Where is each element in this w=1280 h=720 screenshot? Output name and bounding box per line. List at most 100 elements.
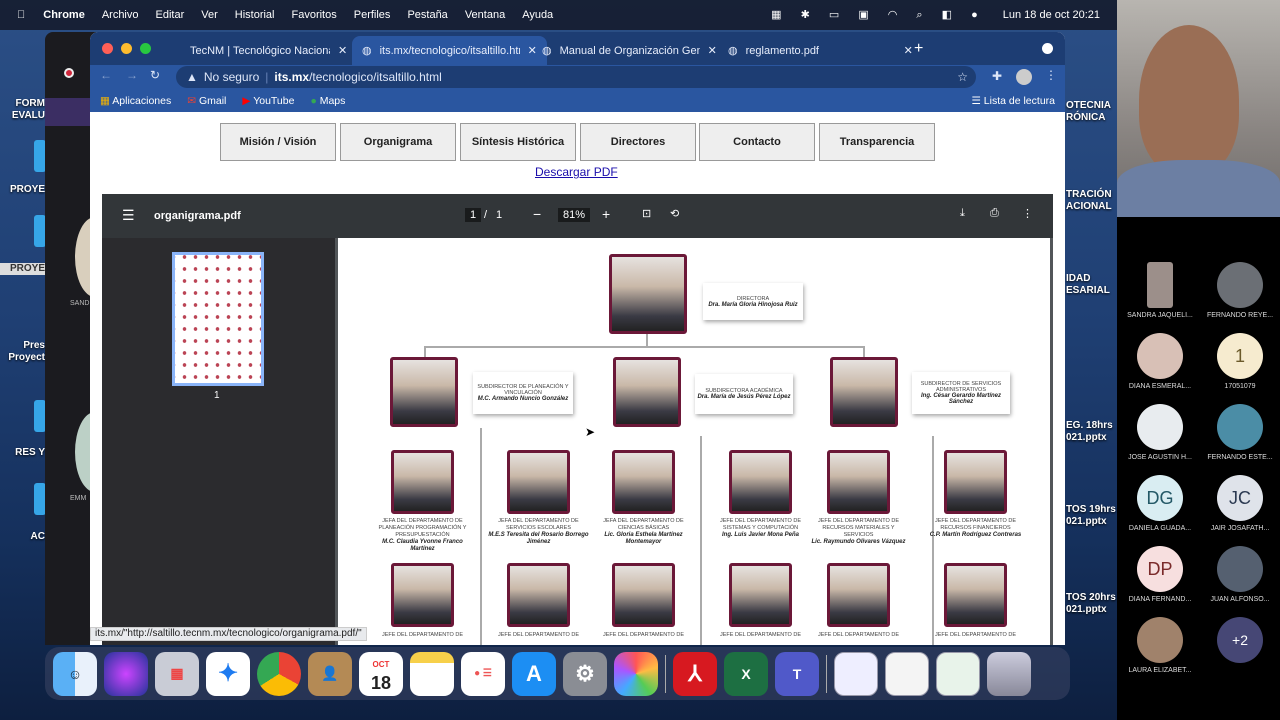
desktop-item[interactable]: RES Y	[0, 447, 45, 459]
finder-icon[interactable]: ☺	[53, 651, 97, 696]
nav-mision-vision[interactable]: Misión / Visión	[220, 123, 336, 161]
desktop-item[interactable]: OTECNIA RÓNICA	[1066, 100, 1117, 124]
profile-avatar[interactable]	[1016, 69, 1032, 85]
menu-item[interactable]: Pestaña	[407, 9, 447, 21]
close-window-button[interactable]	[102, 43, 113, 54]
participant[interactable]: DIANA ESMERAL...	[1120, 333, 1200, 390]
security-label[interactable]: No seguro	[204, 70, 259, 84]
teams-icon[interactable]: T	[775, 651, 819, 696]
menu-item[interactable]: Historial	[235, 9, 275, 21]
reading-list[interactable]: ☰ Lista de lectura	[971, 95, 1055, 107]
menu-item[interactable]: Favoritos	[292, 9, 337, 21]
notes-icon[interactable]	[410, 651, 454, 696]
tab-itsaltillo[interactable]: ◍ its.mx/tecnologico/itsaltillo.htm ✕	[352, 36, 547, 65]
excel-icon[interactable]: X	[724, 651, 768, 696]
nav-sintesis-historica[interactable]: Síntesis Histórica	[460, 123, 576, 161]
system-preferences-icon[interactable]: ⚙	[563, 651, 607, 696]
menu-icon[interactable]: ⋮	[1045, 68, 1057, 82]
star-icon[interactable]: ☆	[957, 70, 968, 84]
print-icon[interactable]: ⎙	[990, 207, 999, 220]
desktop-item[interactable]: FORM EVALU	[0, 98, 45, 122]
desktop-item[interactable]: PROYE	[0, 184, 45, 196]
desktop-item[interactable]: IDAD ESARIAL	[1066, 273, 1117, 297]
nav-contacto[interactable]: Contacto	[699, 123, 815, 161]
participant[interactable]: SANDRA JAQUELI...	[1120, 262, 1200, 319]
desktop-item[interactable]: Pres Proyect	[0, 340, 45, 364]
status-icons[interactable]: ▦ ✱ ▭ ▣ ◠ ⌕ ◧ ●	[771, 8, 986, 22]
participant[interactable]: FERNANDO ESTE...	[1200, 404, 1280, 461]
reminders-icon[interactable]: ● ☰	[461, 651, 505, 696]
desktop-item[interactable]: TRACIÓN ACIONAL	[1066, 189, 1117, 213]
more-icon[interactable]: ⋮	[1022, 207, 1033, 220]
photos-icon[interactable]	[614, 651, 658, 696]
acrobat-icon[interactable]: ⅄	[673, 651, 717, 696]
bookmark-maps[interactable]: ● Maps	[310, 95, 345, 107]
participant[interactable]: FERNANDO REYE...	[1200, 262, 1280, 319]
participant[interactable]: LAURA ELIZABET...	[1120, 617, 1200, 674]
new-tab-button[interactable]: +	[914, 40, 923, 58]
download-icon[interactable]: ⤓	[960, 207, 965, 220]
page-thumbnail[interactable]	[172, 252, 264, 386]
nav-transparencia[interactable]: Transparencia	[819, 123, 935, 161]
zoom-in-button[interactable]: +	[602, 206, 610, 222]
menu-item[interactable]: Ayuda	[522, 9, 553, 21]
tab-reglamento[interactable]: ◍ reglamento.pdf ✕	[718, 36, 923, 65]
page-number-input[interactable]: 1	[465, 208, 482, 222]
safari-icon[interactable]: ✦	[206, 651, 250, 696]
minimized-window-thumbnail[interactable]	[885, 651, 929, 696]
close-icon[interactable]: ✕	[904, 44, 913, 57]
participant[interactable]: JC JAIR JOSAFATH...	[1200, 475, 1280, 532]
siri-icon[interactable]	[104, 651, 148, 696]
reload-button[interactable]: ↻	[150, 68, 160, 82]
app-store-icon[interactable]: A	[512, 651, 556, 696]
calendar-icon[interactable]: OCT 18	[359, 651, 403, 696]
desktop-item[interactable]: PROYE	[0, 263, 45, 275]
desktop-item[interactable]: EG. 18hrs 021.pptx	[1066, 420, 1117, 444]
fit-page-icon[interactable]: ⊡	[642, 207, 651, 220]
participant[interactable]: DP DIANA FERNAND...	[1120, 546, 1200, 603]
zoom-input[interactable]: 81%	[558, 208, 591, 222]
zoom-out-button[interactable]: −	[533, 206, 541, 222]
nav-organigrama[interactable]: Organigrama	[340, 123, 456, 161]
participant[interactable]: 1 17051079	[1200, 333, 1280, 390]
desktop-item[interactable]: TOS 19hrs 021.pptx	[1066, 504, 1117, 528]
menu-item[interactable]: Ventana	[465, 9, 505, 21]
contacts-icon[interactable]: 👤	[308, 651, 352, 696]
menu-item[interactable]: Editar	[156, 9, 185, 21]
maximize-window-button[interactable]	[140, 43, 151, 54]
chrome-icon[interactable]	[257, 651, 301, 696]
hamburger-icon[interactable]: ☰	[122, 207, 135, 224]
more-participants-button[interactable]: +2	[1200, 617, 1280, 674]
menu-item[interactable]: Archivo	[102, 9, 139, 21]
extensions-icon[interactable]: ✚	[992, 69, 1002, 83]
minimized-window-thumbnail[interactable]	[936, 651, 980, 696]
tab-search-button[interactable]	[1042, 43, 1053, 54]
trash-icon[interactable]	[987, 651, 1031, 696]
nav-directores[interactable]: Directores	[580, 123, 696, 161]
bookmark-gmail[interactable]: ✉ Gmail	[187, 95, 226, 107]
desktop-item[interactable]: TOS 20hrs 021.pptx	[1066, 592, 1117, 616]
clock[interactable]: Lun 18 de oct 20:21	[1003, 9, 1100, 21]
minimize-window-button[interactable]	[121, 43, 132, 54]
rotate-icon[interactable]: ⟲	[670, 207, 679, 220]
menu-item[interactable]: Ver	[201, 9, 218, 21]
close-icon[interactable]: ✕	[708, 44, 717, 57]
minimized-window-thumbnail[interactable]	[834, 651, 878, 696]
bookmark-youtube[interactable]: ▶ YouTube	[242, 95, 294, 107]
back-button[interactable]: ←	[100, 68, 112, 82]
forward-button[interactable]: →	[126, 68, 138, 82]
participant[interactable]: DG DANIELA GUADA...	[1120, 475, 1200, 532]
bookmark-apps[interactable]: ▦ Aplicaciones	[100, 95, 171, 107]
menu-item[interactable]: Perfiles	[354, 9, 391, 21]
download-pdf-link[interactable]: Descargar PDF	[535, 165, 618, 179]
desktop-item[interactable]: AC	[0, 531, 45, 543]
apple-icon[interactable]: 	[17, 9, 25, 21]
tab-tecnm[interactable]: TecNM | Tecnológico Nacional ✕	[180, 36, 357, 65]
menu-app[interactable]: Chrome	[43, 9, 85, 21]
address-bar[interactable]: ▲ No seguro | its.mx/tecnologico/itsalti…	[176, 66, 976, 88]
tab-manual[interactable]: ◍ Manual de Organización Gener ✕	[532, 36, 727, 65]
participant[interactable]: JOSE AGUSTIN H...	[1120, 404, 1200, 461]
close-icon[interactable]: ✕	[338, 44, 347, 57]
launchpad-icon[interactable]: ▦	[155, 651, 199, 696]
participant[interactable]: JUAN ALFONSO...	[1200, 546, 1280, 603]
